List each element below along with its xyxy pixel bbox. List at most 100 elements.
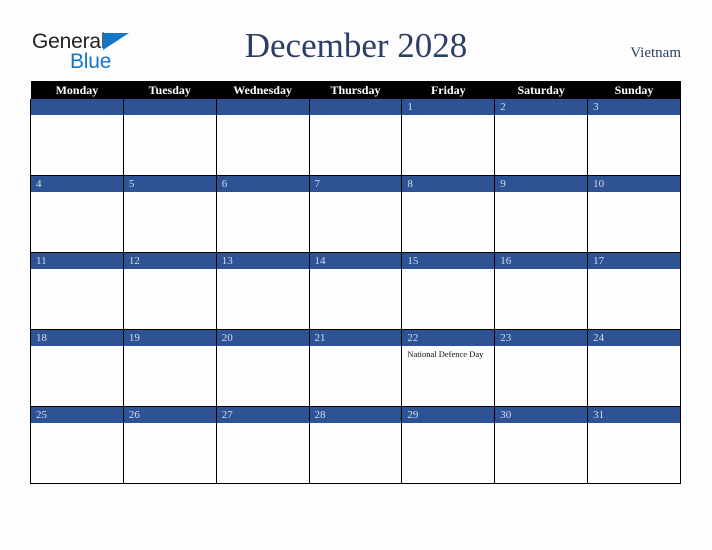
calendar-week-row: 123	[30, 99, 681, 176]
day-events	[217, 269, 309, 272]
calendar-week-row: 4 5 6 7 8 9 10	[30, 175, 681, 253]
day-cell-inner: 16	[495, 253, 588, 329]
calendar-day-cell[interactable]: 3	[587, 99, 681, 176]
calendar-day-cell[interactable]: 19	[122, 329, 217, 407]
calendar-day-cell[interactable]	[308, 99, 403, 176]
day-number: 15	[402, 253, 495, 269]
day-number: 26	[123, 407, 216, 423]
day-number: 7	[309, 176, 402, 192]
calendar-day-cell[interactable]: 16	[494, 252, 589, 330]
calendar-day-cell[interactable]: 14	[308, 252, 403, 330]
day-events	[124, 269, 216, 272]
calendar-day-cell[interactable]: 12	[122, 252, 217, 330]
day-cell-inner: 4	[31, 176, 123, 252]
calendar-day-cell[interactable]	[122, 99, 217, 176]
calendar-day-cell[interactable]: 21	[308, 329, 403, 407]
day-events	[31, 192, 123, 195]
calendar-day-cell[interactable]: 15	[401, 252, 496, 330]
day-cell-inner: 15	[402, 253, 495, 329]
calendar-day-cell[interactable]: 2	[494, 99, 589, 176]
day-cell-inner: 11	[31, 253, 123, 329]
day-cell-inner	[123, 99, 216, 175]
day-cell-inner: 21	[309, 330, 402, 406]
day-number: 1	[402, 99, 495, 115]
day-number: 3	[588, 99, 680, 115]
calendar-day-cell[interactable]: 8	[401, 175, 496, 253]
calendar-day-cell[interactable]: 31	[587, 406, 681, 484]
calendar-day-cell[interactable]: 25	[30, 406, 124, 484]
day-number: 22	[402, 330, 495, 346]
calendar-day-cell[interactable]: 30	[494, 406, 589, 484]
calendar-day-cell[interactable]: 1	[401, 99, 496, 176]
day-number: 14	[309, 253, 402, 269]
day-cell-inner: 14	[309, 253, 402, 329]
day-events	[217, 346, 309, 349]
calendar-day-cell[interactable]: 20	[215, 329, 310, 407]
day-cell-inner: 9	[495, 176, 588, 252]
day-events: National Defence Day	[402, 346, 494, 359]
day-cell-inner	[309, 99, 402, 175]
day-number: 6	[216, 176, 309, 192]
day-cell-inner: 1	[402, 99, 495, 175]
day-events	[31, 423, 123, 426]
day-cell-inner: 20	[216, 330, 309, 406]
calendar-day-cell[interactable]: 9	[494, 175, 589, 253]
weekday-header-monday: Monday	[30, 81, 124, 99]
calendar-day-cell[interactable]: 18	[30, 329, 124, 407]
calendar-day-cell[interactable]: 23	[494, 329, 589, 407]
calendar-day-cell[interactable]: 6	[215, 175, 310, 253]
calendar-day-cell[interactable]: 28	[308, 406, 403, 484]
day-number: 12	[123, 253, 216, 269]
calendar-day-cell[interactable]: 10	[587, 175, 681, 253]
day-cell-inner: 29	[402, 407, 495, 483]
calendar-day-cell[interactable]	[215, 99, 310, 176]
day-events	[124, 423, 216, 426]
day-events	[124, 192, 216, 195]
day-number: 5	[123, 176, 216, 192]
calendar-day-cell[interactable]	[30, 99, 124, 176]
calendar-day-cell[interactable]: 26	[122, 406, 217, 484]
day-number	[123, 99, 216, 115]
weekday-header-saturday: Saturday	[494, 81, 588, 99]
calendar-day-cell[interactable]: 24	[587, 329, 681, 407]
calendar-day-cell[interactable]: 22 National Defence Day	[401, 329, 496, 407]
day-events	[588, 423, 680, 426]
day-number: 17	[588, 253, 680, 269]
day-events	[495, 423, 587, 426]
day-number: 31	[588, 407, 680, 423]
day-cell-inner: 30	[495, 407, 588, 483]
calendar-day-cell[interactable]: 11	[30, 252, 124, 330]
weekday-header-friday: Friday	[401, 81, 495, 99]
day-number: 8	[402, 176, 495, 192]
day-number	[31, 99, 123, 115]
day-number: 20	[216, 330, 309, 346]
day-cell-inner: 28	[309, 407, 402, 483]
day-events	[31, 346, 123, 349]
day-number: 21	[309, 330, 402, 346]
day-events	[310, 423, 402, 426]
day-cell-inner	[31, 99, 123, 175]
day-number: 29	[402, 407, 495, 423]
day-cell-inner: 10	[588, 176, 680, 252]
day-events	[124, 346, 216, 349]
calendar-week-row: 18 19 20 21 22 National Defence Day 23 24	[30, 329, 681, 407]
calendar-day-cell[interactable]: 7	[308, 175, 403, 253]
page-header: General Blue December 2028 Vietnam	[0, 0, 712, 78]
day-number: 24	[588, 330, 680, 346]
calendar-day-cell[interactable]: 27	[215, 406, 310, 484]
calendar-day-cell[interactable]: 13	[215, 252, 310, 330]
calendar-week-row: 11 12 13 14 15 16 17	[30, 252, 681, 330]
day-cell-inner: 13	[216, 253, 309, 329]
day-cell-inner: 22 National Defence Day	[402, 330, 495, 406]
day-number	[309, 99, 402, 115]
day-cell-inner: 26	[123, 407, 216, 483]
calendar-day-cell[interactable]: 29	[401, 406, 496, 484]
day-number: 28	[309, 407, 402, 423]
calendar-day-cell[interactable]: 4	[30, 175, 124, 253]
calendar-day-cell[interactable]: 17	[587, 252, 681, 330]
weekday-header-thursday: Thursday	[309, 81, 402, 99]
calendar-day-cell[interactable]: 5	[122, 175, 217, 253]
day-events	[588, 346, 680, 349]
day-number: 19	[123, 330, 216, 346]
holiday-label: National Defence Day	[407, 349, 484, 359]
